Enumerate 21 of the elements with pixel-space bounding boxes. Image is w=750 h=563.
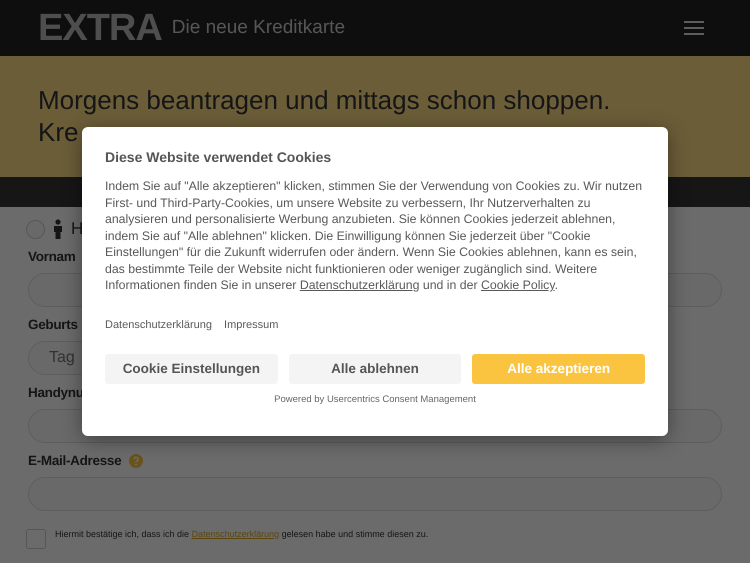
person-icon — [53, 219, 63, 239]
dialog-text: Indem Sie auf "Alle akzeptieren" klicken, stimmen Sie der Verwendung von Cookies zu. Wir nutzen First- und Third-Party-Cookies, um unsere Website zu verbessern, Ihr Nutzerverhalten zu analysieren und personalisierte Werbung anzubieten. Sie können Cookies jederzeit ablehnen, indem Sie auf "Alle ablehnen" klicken. Die Einwilligung können Sie jederzeit über "Cookie Einstellungen" für die Zukunft widerrufen oder ändern. Wenn Sie Cookies ablehnen, kann es sein, das bestimmte Teile der Website nicht funktionieren oder weniger zugänglich sind. Weitere Informationen finden Sie in unserer Datenschutzerklärung und in der Cookie Policy. — [105, 178, 644, 294]
field-label: Vornam — [28, 248, 76, 266]
field-label: Geburts — [28, 316, 78, 334]
footer-link[interactable]: Datenschutzerklärung — [105, 318, 212, 330]
headline: Kre — [38, 116, 80, 148]
privacy-link[interactable]: Datenschutzerklärung — [300, 278, 420, 292]
secondary-button[interactable]: Cookie Einstellungen — [105, 354, 278, 384]
consent-text: Hiermit bestätige ich, dass ich die Datenschutzerklärung gelesen habe und stimme diesen zu. — [55, 529, 428, 539]
tagline: Die neue Kreditkarte — [172, 17, 346, 39]
powered-by-text: Powered by Usercentrics Consent Management — [273, 394, 477, 404]
field-label: Handynu — [28, 384, 84, 402]
cookie-policy-link[interactable]: Cookie Policy — [480, 278, 555, 292]
headline: Morgens beantragen und mittags schon shoppen. — [38, 84, 612, 116]
secondary-button[interactable]: Alle ablehnen — [288, 354, 462, 384]
gender-label: H — [71, 219, 84, 239]
footer-link[interactable]: Impressum — [224, 318, 278, 330]
menu-icon[interactable] — [684, 20, 704, 36]
field-label: E-Mail-Adresse — [28, 452, 122, 470]
dialog-title: Diese Website verwendet Cookies — [105, 149, 332, 165]
help-icon[interactable] — [129, 454, 144, 468]
